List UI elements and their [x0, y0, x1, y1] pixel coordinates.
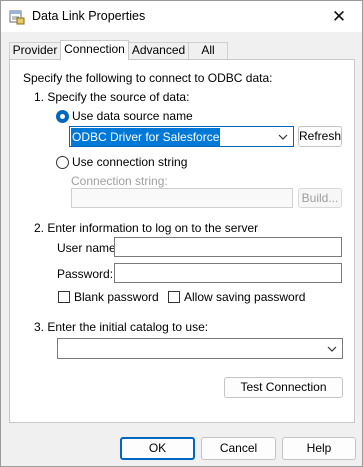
intro-text: Specify the following to connect to ODBC…	[23, 71, 273, 85]
step1-label: 1. Specify the source of data:	[34, 90, 190, 104]
tab-strip: Provider Connection Advanced All	[9, 40, 356, 60]
data-link-icon	[9, 9, 25, 25]
password-label: Password:	[57, 267, 114, 281]
username-field[interactable]	[114, 237, 342, 257]
use-conn-string-radio[interactable]	[56, 156, 69, 169]
cancel-button[interactable]: Cancel	[201, 437, 276, 460]
use-conn-string-label[interactable]: Use connection string	[72, 155, 187, 169]
allow-saving-checkbox[interactable]	[168, 291, 180, 303]
ok-button[interactable]: OK	[120, 437, 195, 460]
dsn-dropdown[interactable]: ODBC Driver for Salesforce	[69, 126, 294, 147]
username-label: User name:	[57, 241, 120, 255]
catalog-dropdown[interactable]	[57, 338, 343, 359]
tab-advanced[interactable]: Advanced	[128, 42, 189, 59]
help-button[interactable]: Help	[282, 437, 356, 460]
chevron-down-icon	[278, 134, 288, 140]
refresh-button[interactable]: Refresh	[298, 126, 342, 147]
use-dsn-radio[interactable]	[56, 110, 69, 123]
step3-label: 3. Enter the initial catalog to use:	[34, 320, 209, 334]
dsn-selected-value: ODBC Driver for Salesforce	[71, 128, 221, 146]
dialog-window: Data Link Properties ✕ Provider Connecti…	[0, 0, 363, 467]
build-button[interactable]: Build...	[298, 188, 342, 208]
chevron-down-icon	[327, 346, 337, 352]
use-dsn-label[interactable]: Use data source name	[72, 109, 193, 123]
window-title: Data Link Properties	[32, 9, 146, 23]
allow-saving-label[interactable]: Allow saving password	[184, 290, 305, 304]
title-bar: Data Link Properties ✕	[1, 1, 362, 32]
close-icon[interactable]: ✕	[316, 1, 362, 32]
connection-panel: Specify the following to connect to ODBC…	[9, 59, 355, 423]
blank-password-label[interactable]: Blank password	[74, 290, 159, 304]
tab-provider[interactable]: Provider	[9, 42, 61, 59]
blank-password-checkbox[interactable]	[58, 291, 70, 303]
conn-string-field[interactable]	[71, 188, 293, 208]
step2-label: 2. Enter information to log on to the se…	[34, 221, 259, 235]
tab-connection[interactable]: Connection	[60, 40, 129, 60]
test-connection-button[interactable]: Test Connection	[224, 377, 343, 398]
tab-all[interactable]: All	[188, 42, 228, 59]
password-field[interactable]	[114, 263, 342, 283]
conn-string-label: Connection string:	[71, 174, 168, 188]
